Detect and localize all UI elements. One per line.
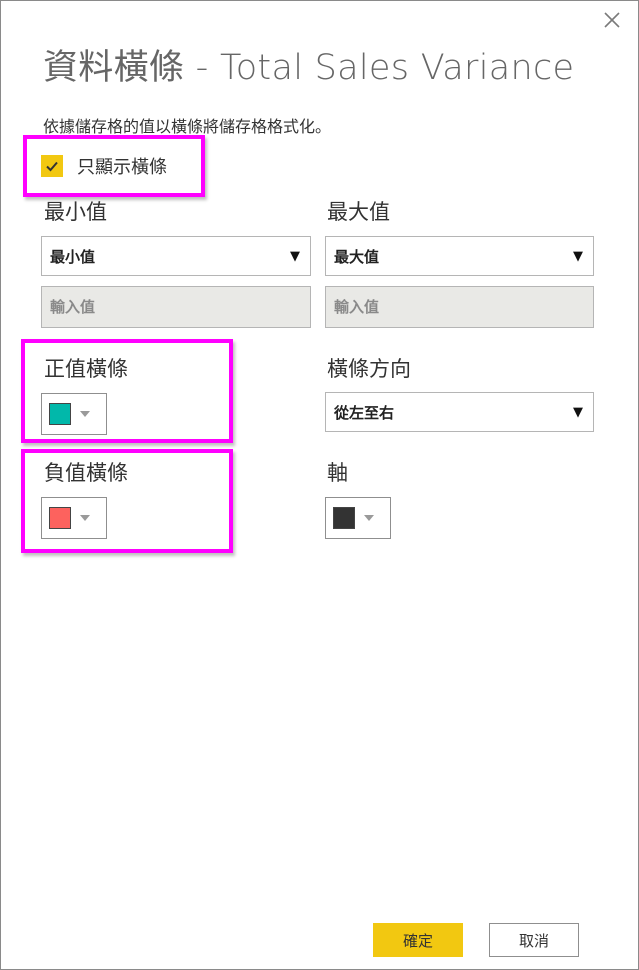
dropdown-arrow-icon: ▼ — [573, 404, 583, 420]
close-icon — [604, 12, 620, 28]
chevron-down-icon — [364, 515, 374, 521]
bar-direction-label: 橫條方向 — [327, 357, 411, 381]
axis-color-picker[interactable] — [325, 497, 391, 539]
dialog-title: 資料橫條 - Total Sales Variance — [43, 48, 575, 88]
close-button[interactable] — [601, 9, 623, 31]
data-bars-dialog: 資料橫條 - Total Sales Variance 依據儲存格的值以橫條將儲… — [0, 0, 639, 970]
cancel-button[interactable]: 取消 — [489, 923, 579, 957]
minimum-label: 最小值 — [44, 200, 107, 224]
highlight-negative-bar — [21, 449, 233, 553]
minimum-type-dropdown[interactable]: 最小值 ▼ — [41, 236, 311, 276]
maximum-type-dropdown[interactable]: 最大值 ▼ — [325, 236, 594, 276]
maximum-value-input[interactable] — [325, 286, 594, 328]
axis-color-swatch — [333, 507, 355, 529]
highlight-show-bar-only — [23, 135, 205, 197]
ok-button[interactable]: 確定 — [373, 923, 463, 957]
highlight-positive-bar — [21, 339, 233, 443]
dropdown-arrow-icon: ▼ — [290, 248, 300, 264]
minimum-value-input[interactable] — [41, 286, 311, 328]
dialog-description: 依據儲存格的值以橫條將儲存格格式化。 — [43, 117, 332, 136]
minimum-type-value: 最小值 — [50, 247, 96, 266]
maximum-label: 最大值 — [327, 200, 390, 224]
bar-direction-dropdown[interactable]: 從左至右 ▼ — [325, 392, 594, 432]
dropdown-arrow-icon: ▼ — [573, 248, 583, 264]
bar-direction-value: 從左至右 — [334, 403, 395, 422]
maximum-type-value: 最大值 — [334, 247, 380, 266]
axis-label: 軸 — [327, 461, 348, 485]
